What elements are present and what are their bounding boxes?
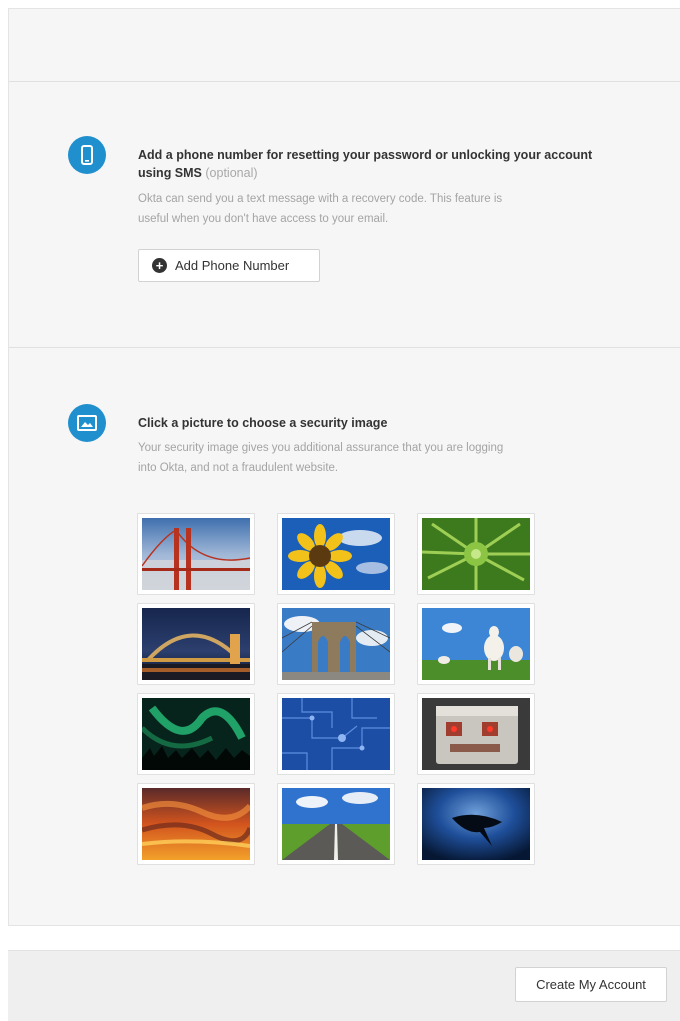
security-image-goats-in-field[interactable]	[417, 603, 535, 685]
security-image-golden-gate-bridge[interactable]	[137, 513, 255, 595]
top-divider	[9, 81, 680, 82]
security-image-harbour-bridge-night[interactable]	[137, 603, 255, 685]
phone-icon	[68, 136, 106, 174]
security-image-green-succulent[interactable]	[417, 513, 535, 595]
security-image-blue-circuit-board[interactable]	[277, 693, 395, 775]
security-description-line-2: into Okta, and not a fraudulent website.	[138, 462, 339, 474]
security-description-line-1: Your security image gives you additional…	[138, 442, 504, 454]
phone-description-line-1: Okta can send you a text message with a …	[138, 193, 503, 205]
optional-label: (optional)	[205, 166, 258, 180]
create-my-account-button[interactable]: Create My Account	[515, 967, 667, 1002]
security-image-sunflower[interactable]	[277, 513, 395, 595]
security-image-northern-lights[interactable]	[137, 693, 255, 775]
security-image-orange-sunset-clouds[interactable]	[137, 783, 255, 865]
phone-description-line-2: useful when you don't have access to you…	[138, 213, 389, 225]
footer-bar: Create My Account	[8, 950, 680, 1021]
picture-icon	[68, 404, 106, 442]
add-phone-number-button[interactable]: + Add Phone Number	[138, 249, 320, 282]
phone-section-heading: Add a phone number for resetting your pa…	[138, 148, 593, 180]
security-image-description: Your security image gives you additional…	[138, 438, 658, 478]
add-phone-number-label: Add Phone Number	[175, 258, 290, 273]
security-image-road-through-fields[interactable]	[277, 783, 395, 865]
middle-divider	[9, 347, 680, 348]
security-image-grid	[137, 513, 535, 865]
plus-circle-icon: +	[152, 258, 167, 273]
security-image-robot-toy[interactable]	[417, 693, 535, 775]
security-image-heading: Click a picture to choose a security ima…	[138, 416, 388, 430]
phone-section-description: Okta can send you a text message with a …	[138, 189, 638, 229]
security-image-brooklyn-bridge[interactable]	[277, 603, 395, 685]
security-image-manta-ray[interactable]	[417, 783, 535, 865]
